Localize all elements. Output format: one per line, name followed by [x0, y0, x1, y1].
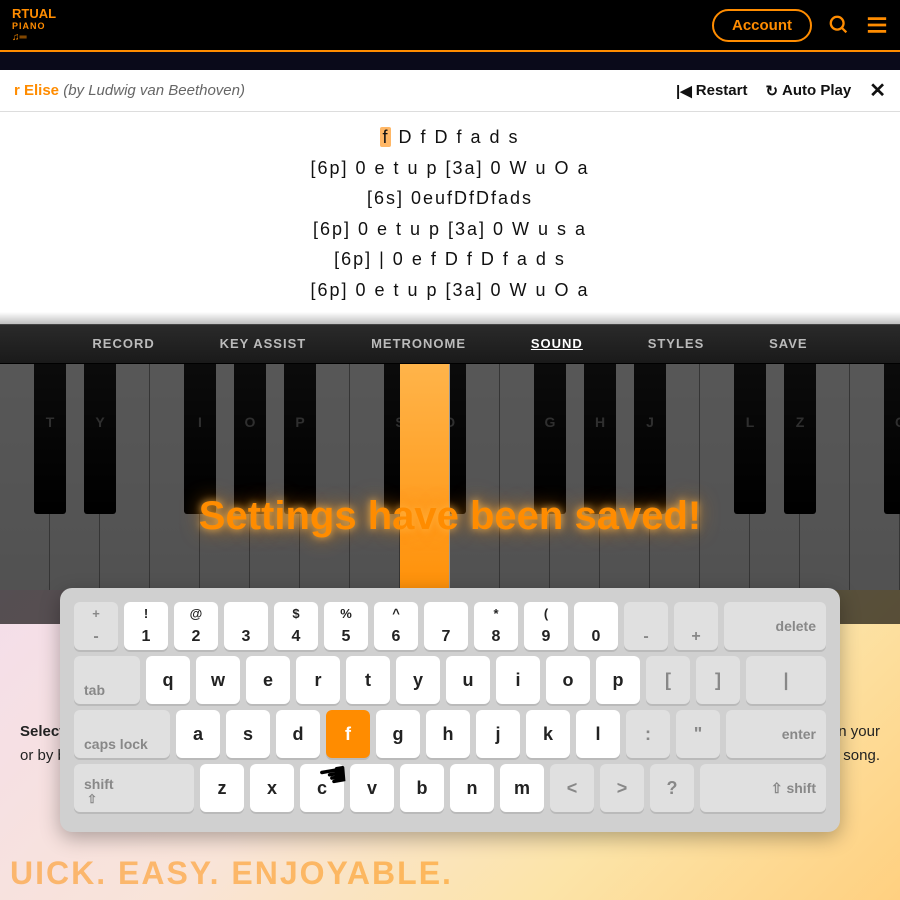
key-2[interactable]: @2: [174, 602, 218, 650]
sheet-fade: [0, 312, 900, 324]
key-0[interactable]: 0: [574, 602, 618, 650]
key-3[interactable]: 3: [224, 602, 268, 650]
key-bracket[interactable]: |: [746, 656, 826, 704]
key-k[interactable]: k: [526, 710, 570, 758]
key-b[interactable]: b: [400, 764, 444, 812]
toolbar-metronome[interactable]: METRONOME: [371, 336, 466, 351]
toolbar-keyassist[interactable]: KEY ASSIST: [220, 336, 307, 351]
key-u[interactable]: u: [446, 656, 490, 704]
key-e[interactable]: e: [246, 656, 290, 704]
key-punct[interactable]: :: [626, 710, 670, 758]
song-title-text: r Elise: [14, 82, 59, 99]
saved-message: Settings have been saved!: [0, 494, 900, 539]
current-note: f: [380, 127, 391, 147]
key-y[interactable]: y: [396, 656, 440, 704]
song-title: r Elise (by Ludwig van Beethoven): [14, 82, 245, 99]
key-l[interactable]: l: [576, 710, 620, 758]
sheet-line: [6s] 0eufDfDfads: [0, 183, 900, 214]
autoplay-icon: ↻: [765, 82, 778, 100]
sheet-line: [6p] 0 e t u p [3a] 0 W u s a: [0, 214, 900, 245]
key-shift-left[interactable]: shift ⇧: [74, 764, 194, 812]
toolbar-styles[interactable]: STYLES: [648, 336, 705, 351]
close-icon[interactable]: ✕: [869, 78, 886, 103]
key-q[interactable]: q: [146, 656, 190, 704]
key-z[interactable]: z: [200, 764, 244, 812]
key--[interactable]: +-: [74, 602, 118, 650]
kb-row-2: tabqwertyuiop[]|: [74, 656, 826, 704]
kb-row-1: +-!1@23$4%5^67*8(90-+delete: [74, 602, 826, 650]
key-4[interactable]: $4: [274, 602, 318, 650]
account-button[interactable]: Account: [712, 9, 812, 42]
key-t[interactable]: t: [346, 656, 390, 704]
key-8[interactable]: *8: [474, 602, 518, 650]
toolbar-save[interactable]: SAVE: [769, 336, 807, 351]
search-icon[interactable]: [828, 14, 850, 36]
toolbar-sound[interactable]: SOUND: [531, 336, 583, 351]
key-capslock[interactable]: caps lock: [74, 710, 170, 758]
sheet-line: [6p] 0 e t u p [3a] 0 W u O a: [0, 275, 900, 306]
logo[interactable]: RTUAL PIANO ♫═: [12, 7, 56, 42]
key-bracket[interactable]: [: [646, 656, 690, 704]
menu-icon[interactable]: [866, 14, 888, 36]
piano-icon: ♫═: [12, 32, 56, 43]
key-7[interactable]: 7: [424, 602, 468, 650]
piano: yuiopasdfghjklzxcv TYIOPSDGHJLZCV Settin…: [0, 364, 900, 624]
virtual-keyboard: +-!1@23$4%5^67*8(90-+delete tabqwertyuio…: [60, 588, 840, 832]
key-bracket[interactable]: ]: [696, 656, 740, 704]
key-enter[interactable]: enter: [726, 710, 826, 758]
key-g[interactable]: g: [376, 710, 420, 758]
key-j[interactable]: j: [476, 710, 520, 758]
piano-toolbar: RECORD KEY ASSIST METRONOME SOUND STYLES…: [0, 324, 900, 364]
toolbar-record[interactable]: RECORD: [92, 336, 154, 351]
sheet-line: f D f D f a d s: [0, 122, 900, 153]
dark-strip: [0, 52, 900, 70]
kb-row-4: shift ⇧zxcvbnm<>?⇧ shift: [74, 764, 826, 812]
key-delete[interactable]: delete: [724, 602, 826, 650]
kb-row-3: caps lockasdfghjkl:"enter: [74, 710, 826, 758]
autoplay-button[interactable]: ↻ Auto Play: [765, 82, 851, 100]
key-v[interactable]: v: [350, 764, 394, 812]
key-tab[interactable]: tab: [74, 656, 140, 704]
song-bar: r Elise (by Ludwig van Beethoven) |◀ Res…: [0, 70, 900, 112]
top-right: Account: [712, 9, 888, 42]
logo-line2: PIANO: [12, 22, 56, 32]
key-x[interactable]: x: [250, 764, 294, 812]
top-bar: RTUAL PIANO ♫═ Account: [0, 0, 900, 52]
song-controls: |◀ Restart ↻ Auto Play ✕: [676, 78, 886, 103]
key-h[interactable]: h: [426, 710, 470, 758]
key-a[interactable]: a: [176, 710, 220, 758]
key-6[interactable]: ^6: [374, 602, 418, 650]
key-p[interactable]: p: [596, 656, 640, 704]
key-5[interactable]: %5: [324, 602, 368, 650]
key-9[interactable]: (9: [524, 602, 568, 650]
key-i[interactable]: i: [496, 656, 540, 704]
restart-button[interactable]: |◀ Restart: [676, 82, 747, 100]
pointer-hand-icon: ☚: [315, 754, 352, 799]
key-1[interactable]: !1: [124, 602, 168, 650]
tagline: UICK. EASY. ENJOYABLE.: [0, 855, 900, 892]
key-punct[interactable]: ": [676, 710, 720, 758]
restart-icon: |◀: [676, 82, 692, 100]
key-+[interactable]: +: [674, 602, 718, 650]
key-s[interactable]: s: [226, 710, 270, 758]
music-sheet: f D f D f a d s [6p] 0 e t u p [3a] 0 W …: [0, 112, 900, 324]
sheet-line: [6p] | 0 e f D f D f a d s: [0, 244, 900, 275]
logo-line1: RTUAL: [12, 7, 56, 21]
key-r[interactable]: r: [296, 656, 340, 704]
song-by: (by Ludwig van Beethoven): [63, 82, 245, 99]
key-punct[interactable]: >: [600, 764, 644, 812]
key-n[interactable]: n: [450, 764, 494, 812]
sheet-line: [6p] 0 e t u p [3a] 0 W u O a: [0, 153, 900, 184]
key-w[interactable]: w: [196, 656, 240, 704]
key--[interactable]: -: [624, 602, 668, 650]
key-punct[interactable]: <: [550, 764, 594, 812]
key-d[interactable]: d: [276, 710, 320, 758]
key-m[interactable]: m: [500, 764, 544, 812]
key-o[interactable]: o: [546, 656, 590, 704]
key-punct[interactable]: ?: [650, 764, 694, 812]
key-shift-right[interactable]: ⇧ shift: [700, 764, 826, 812]
key-f[interactable]: f: [326, 710, 370, 758]
